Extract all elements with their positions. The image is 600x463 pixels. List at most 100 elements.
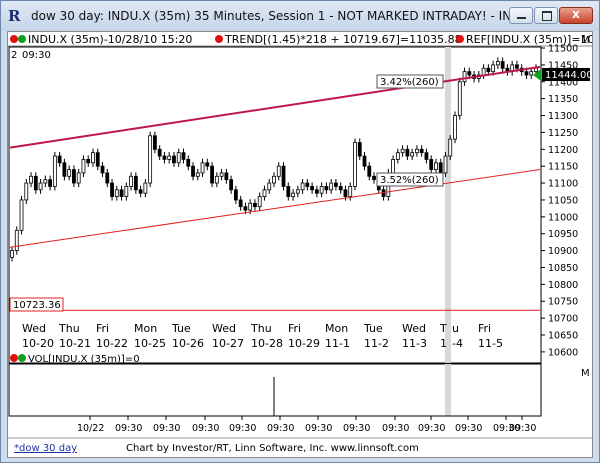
y-tick-label: 10650 — [548, 330, 578, 341]
day-label-dow: Tue — [363, 322, 383, 335]
maximize-icon — [542, 11, 552, 21]
app-logo-icon: R — [8, 7, 21, 25]
symbol-label[interactable]: INDU.X (35m)-10/28/10 15:20 — [28, 33, 192, 46]
candle-body — [91, 152, 95, 164]
close-button[interactable]: x — [559, 7, 593, 24]
day-label-dow: Wed — [212, 322, 236, 335]
y-tick-label: 10900 — [548, 246, 578, 257]
x-tick-label: 09:30 — [509, 423, 536, 434]
candle-body — [153, 135, 157, 150]
day-label-dow: Tue — [171, 322, 191, 335]
candle-body — [500, 61, 505, 69]
x-tick-label: 10/22 — [77, 423, 104, 434]
y-tick-label: 10700 — [548, 314, 578, 325]
candle-body — [219, 172, 224, 177]
footer-credit: Chart by Investor/RT, Linn Software, Inc… — [126, 443, 419, 454]
x-tick-label: 09:30 — [455, 423, 482, 434]
chart-window[interactable]: INDU.X (35m)-10/28/10 15:20 TREND[(1.45)… — [7, 31, 600, 458]
candle-body — [462, 71, 467, 83]
candle-body — [157, 148, 162, 157]
candle-body — [343, 189, 348, 197]
x-tick-label: 09:30 — [115, 423, 142, 434]
y-tick-label: 10750 — [548, 297, 578, 308]
close-icon: x — [572, 7, 580, 21]
candle-body — [238, 199, 243, 208]
footer-tab[interactable]: *dow 30 day — [14, 443, 77, 454]
candle-body — [186, 159, 191, 167]
candle-body — [14, 229, 19, 251]
volume-label[interactable]: VOL[INDU.X (35m)]=0 — [28, 354, 140, 365]
day-label-dow: Wed — [402, 322, 426, 335]
day-label-dow: Fri — [96, 322, 109, 335]
candle-body — [457, 81, 462, 116]
day-label-date: 10-22 — [96, 337, 128, 350]
volume-pane[interactable] — [8, 363, 542, 417]
candle-body — [62, 162, 67, 177]
candle-body — [357, 142, 362, 157]
symbol-green-dot-icon[interactable] — [18, 35, 26, 43]
day-label-dow: T — [439, 322, 447, 335]
candle-body — [529, 71, 534, 76]
x-tick-label: 09:30 — [418, 423, 445, 434]
candle-body — [10, 250, 14, 258]
candle-body — [253, 202, 257, 208]
day-label-date: 10-21 — [59, 337, 91, 350]
candle-body — [415, 148, 419, 154]
candle-body — [448, 138, 453, 157]
y-tick-label: 11050 — [548, 195, 578, 206]
day-label-date: 11-1 — [325, 337, 350, 350]
ref-dot-icon[interactable] — [456, 35, 464, 43]
candle-body — [353, 142, 357, 187]
candle-body — [95, 152, 100, 167]
candle-body — [214, 175, 219, 184]
candle-body — [86, 159, 91, 164]
candle-body — [524, 71, 529, 76]
candle-body — [124, 186, 129, 197]
candle-body — [481, 67, 486, 76]
candle-body — [405, 148, 410, 157]
candle-body — [334, 182, 338, 187]
minimize-button[interactable] — [509, 7, 533, 24]
x-tick-label: 09:30 — [153, 423, 180, 434]
x-tick-label: 09:30 — [305, 423, 332, 434]
candle-body — [181, 152, 186, 160]
volume-green-dot-icon[interactable] — [18, 354, 26, 362]
candle-body — [267, 182, 272, 191]
symbol-red-dot-icon[interactable] — [10, 35, 18, 43]
volume-pane-marker[interactable]: M — [581, 368, 590, 379]
candle-body — [248, 202, 253, 211]
candle-body — [515, 64, 519, 69]
day-label-dow: u — [452, 322, 459, 335]
candle-body — [143, 182, 148, 194]
candle-body — [224, 172, 229, 181]
candle-body — [381, 189, 386, 197]
volume-red-dot-icon[interactable] — [10, 354, 18, 362]
maximize-button[interactable] — [534, 7, 558, 24]
candle-body — [424, 152, 429, 160]
candle-body — [314, 189, 319, 194]
candle-body — [534, 67, 538, 73]
candle-body — [138, 189, 143, 194]
trend-dot-icon[interactable] — [215, 35, 223, 43]
x-tick-label: 09:30 — [343, 423, 370, 434]
day-label-dow: Fri — [478, 322, 491, 335]
y-axis: 10600 10650 10700 10750 10800 10850 10900 10950… — [541, 44, 578, 358]
pane-marker[interactable]: M — [581, 35, 590, 46]
candle-body — [467, 71, 472, 76]
title-bar[interactable]: R dow 30 day: INDU.X (35m) 35 Minutes, S… — [1, 1, 599, 31]
y-tick-label: 11100 — [548, 179, 578, 190]
price-chart[interactable]: INDU.X (35m)-10/28/10 15:20 TREND[(1.45)… — [8, 32, 600, 457]
day-label-date: 10-26 — [172, 337, 204, 350]
day-label-date: 10-20 — [22, 337, 54, 350]
candle-body — [362, 155, 367, 167]
day-label-dow: Mon — [134, 322, 157, 335]
candle-body — [114, 189, 119, 197]
candle-body — [191, 165, 195, 177]
candle-body — [443, 155, 448, 174]
lower-annotation: 3.52%(260) — [380, 175, 439, 186]
ref-level-label: 10723.36 — [13, 300, 61, 311]
candle-body — [24, 182, 29, 201]
candle-body — [491, 64, 496, 73]
trend-label[interactable]: TREND[(1.45)*218 + 10719.67]=11035.88 — [224, 33, 462, 46]
session-marker: 2 — [11, 50, 17, 61]
